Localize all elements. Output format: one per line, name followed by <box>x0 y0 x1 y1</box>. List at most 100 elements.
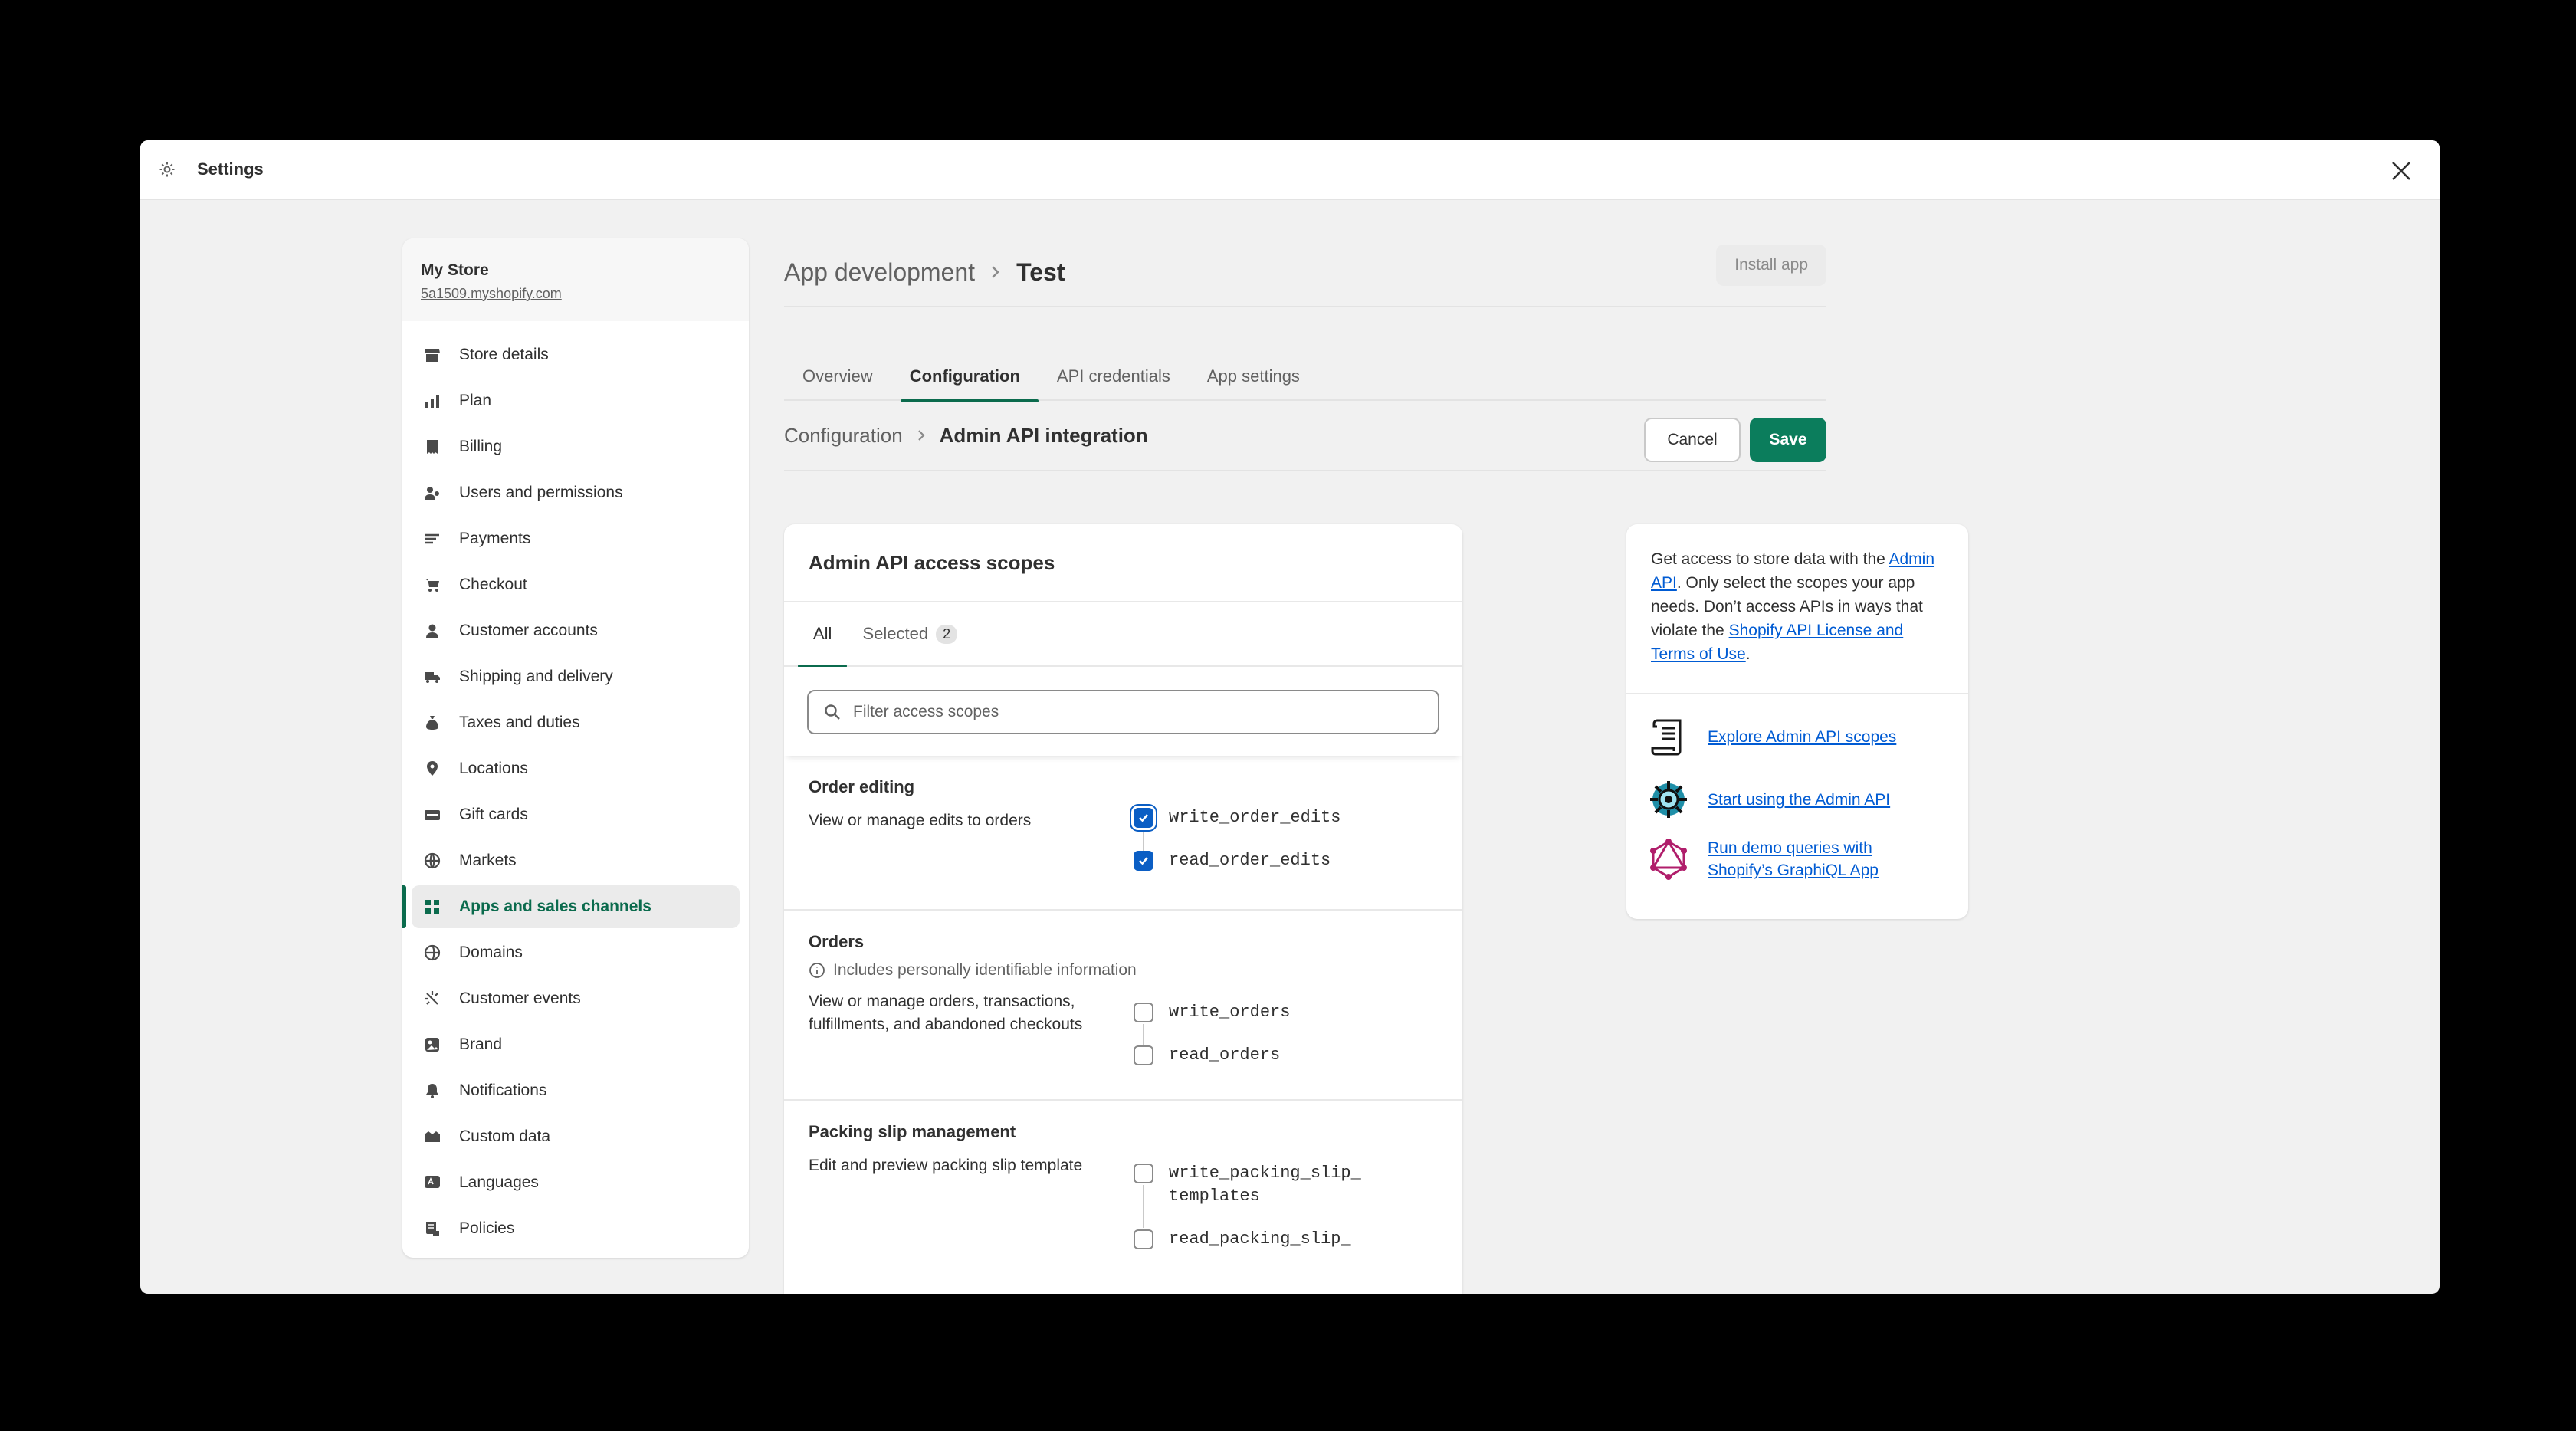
sidebar-item-domains[interactable]: Domains <box>412 931 740 974</box>
checkbox-row[interactable]: read_order_edits <box>1134 849 1341 872</box>
save-button[interactable]: Save <box>1750 418 1826 462</box>
tab-app-settings[interactable]: App settings <box>1189 352 1318 401</box>
checkbox-row[interactable]: write_order_edits <box>1134 806 1341 829</box>
page-title: Test <box>1016 258 1065 286</box>
sidebar-nav: Store details Plan Billing Users and per… <box>402 321 749 1250</box>
sidebar-item-shipping[interactable]: Shipping and delivery <box>412 655 740 698</box>
sidebar-item-payments[interactable]: Payments <box>412 517 740 560</box>
config-subheader: Configuration Admin API integration Canc… <box>784 401 1826 471</box>
scope-group-desc: View or manage orders, transactions, ful… <box>809 993 1083 1033</box>
checkbox-row[interactable]: write_orders <box>1134 1001 1290 1024</box>
cancel-button[interactable]: Cancel <box>1644 418 1741 462</box>
sidebar-item-label: Domains <box>459 944 523 961</box>
breadcrumb-configuration[interactable]: Configuration <box>784 424 903 448</box>
payments-icon <box>422 529 442 549</box>
sidebar-item-taxes[interactable]: Taxes and duties <box>412 701 740 744</box>
sidebar-item-markets[interactable]: Markets <box>412 839 740 882</box>
tab-selected[interactable]: Selected 2 <box>847 602 973 666</box>
checkbox-read-packing-slip[interactable] <box>1134 1229 1153 1249</box>
page-header: App development Test Install app <box>784 238 1826 307</box>
checkbox-write-packing-slip[interactable] <box>1134 1164 1153 1183</box>
brand-icon <box>422 1035 442 1055</box>
scope-checkboxes: write_orders read_orders <box>1134 1001 1290 1067</box>
gear-badge-icon <box>1648 779 1689 820</box>
resource-explore-scopes[interactable]: Explore Admin API scopes <box>1626 716 1968 757</box>
checkbox-read-orders[interactable] <box>1134 1045 1153 1065</box>
checkbox-write-order-edits[interactable] <box>1134 808 1153 828</box>
sidebar-item-label: Languages <box>459 1173 539 1191</box>
filter-box[interactable] <box>807 690 1439 734</box>
filter-container <box>784 667 1462 756</box>
checkbox-read-order-edits[interactable] <box>1134 851 1153 871</box>
tab-api-credentials[interactable]: API credentials <box>1039 352 1189 401</box>
resource-start-admin-api[interactable]: Start using the Admin API <box>1626 779 1968 820</box>
sidebar-item-label: Billing <box>459 438 503 455</box>
store-info: My Store 5a1509.myshopify.com <box>402 238 749 321</box>
graphiql-link[interactable]: Run demo queries with Shopify’s GraphiQL … <box>1708 837 1879 881</box>
sidebar-item-customer-events[interactable]: Customer events <box>412 977 740 1020</box>
checkbox-label-line: templates <box>1169 1186 1260 1206</box>
scope-group-name: Orders <box>809 932 865 951</box>
sidebar-item-plan[interactable]: Plan <box>412 379 740 422</box>
sidebar-item-store-details[interactable]: Store details <box>412 333 740 376</box>
checkbox-write-orders[interactable] <box>1134 1003 1153 1022</box>
sidebar-item-users[interactable]: Users and permissions <box>412 471 740 514</box>
sidebar-item-notifications[interactable]: Notifications <box>412 1069 740 1112</box>
sidebar-item-brand[interactable]: Brand <box>412 1023 740 1066</box>
plan-icon <box>422 391 442 411</box>
apps-icon <box>422 897 442 917</box>
sidebar-item-customer-accounts[interactable]: Customer accounts <box>412 609 740 652</box>
checkbox-label: read_order_edits <box>1169 851 1331 870</box>
sidebar-item-label: Store details <box>459 346 549 363</box>
globe-icon <box>422 851 442 871</box>
sidebar-item-label: Plan <box>459 392 492 409</box>
scope-group-desc: Edit and preview packing slip template <box>809 1157 1083 1174</box>
access-scopes-card: Admin API access scopes All Selected 2 O… <box>784 524 1462 1294</box>
tab-selected-label: Selected <box>862 624 929 643</box>
checkbox-label: read_orders <box>1169 1045 1281 1065</box>
sidebar-item-label: Payments <box>459 530 531 547</box>
explore-scopes-link[interactable]: Explore Admin API scopes <box>1708 726 1896 748</box>
scope-tabs: All Selected 2 <box>784 602 1462 668</box>
checkbox-row[interactable]: read_orders <box>1134 1044 1290 1067</box>
users-icon <box>422 483 442 503</box>
checkbox-label: read_packing_slip_ <box>1169 1229 1351 1249</box>
resource-graphiql[interactable]: Run demo queries with Shopify’s GraphiQL … <box>1626 837 1968 881</box>
sidebar-item-label: Shipping and delivery <box>459 668 613 685</box>
info-icon <box>809 962 825 979</box>
scope-group-orders: Orders Includes personally identifiable … <box>784 911 1462 1101</box>
start-admin-api-link[interactable]: Start using the Admin API <box>1708 789 1890 811</box>
sidebar-item-label: Markets <box>459 852 517 869</box>
checkbox-row[interactable]: read_packing_slip_ <box>1134 1228 1361 1251</box>
sidebar-item-gift-cards[interactable]: Gift cards <box>412 793 740 836</box>
settings-sidebar: My Store 5a1509.myshopify.com Store deta… <box>402 238 749 1258</box>
tax-icon <box>422 713 442 733</box>
modal-header: Settings <box>140 140 2440 200</box>
policy-icon <box>422 1219 442 1239</box>
tab-overview[interactable]: Overview <box>784 352 891 401</box>
truck-icon <box>422 667 442 687</box>
sidebar-item-languages[interactable]: Languages <box>412 1161 740 1204</box>
sidebar-item-label: Policies <box>459 1219 515 1237</box>
sidebar-item-apps[interactable]: Apps and sales channels <box>402 885 740 928</box>
domain-icon <box>422 943 442 963</box>
sidebar-item-label: Gift cards <box>459 806 528 823</box>
sidebar-item-policies[interactable]: Policies <box>412 1207 740 1250</box>
store-url-link[interactable]: 5a1509.myshopify.com <box>421 286 730 302</box>
main-content: App development Test Install app Overvie… <box>784 238 1968 1294</box>
close-icon[interactable] <box>2386 156 2417 186</box>
sidebar-item-custom-data[interactable]: Custom data <box>412 1115 740 1158</box>
install-app-button[interactable]: Install app <box>1716 245 1826 286</box>
checkbox-row[interactable]: write_packing_slip_ templates <box>1134 1162 1361 1208</box>
tab-all[interactable]: All <box>798 602 848 668</box>
sidebar-item-label: Custom data <box>459 1127 551 1145</box>
filter-scopes-input[interactable] <box>853 703 1390 721</box>
bell-icon <box>422 1081 442 1101</box>
sidebar-item-billing[interactable]: Billing <box>412 425 740 468</box>
sidebar-item-locations[interactable]: Locations <box>412 747 740 790</box>
tab-configuration[interactable]: Configuration <box>891 352 1039 402</box>
scope-group-order-editing: Order editing View or manage edits to or… <box>784 756 1462 911</box>
sidebar-item-label: Customer events <box>459 990 581 1007</box>
breadcrumb-app-development[interactable]: App development <box>784 258 975 287</box>
sidebar-item-checkout[interactable]: Checkout <box>412 563 740 606</box>
